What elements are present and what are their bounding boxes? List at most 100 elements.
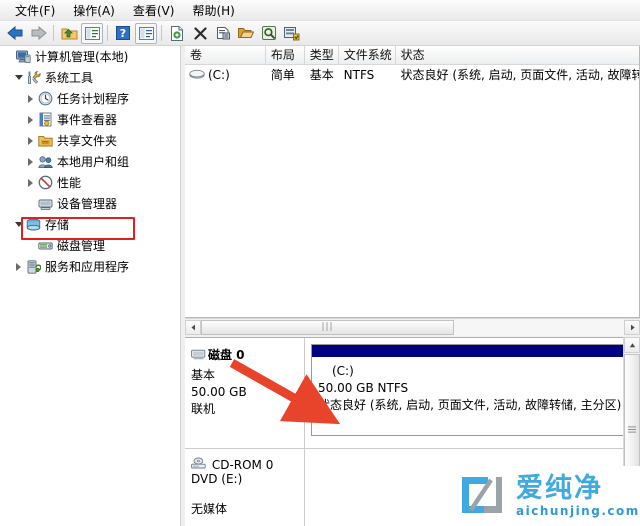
volume-icon	[189, 68, 205, 82]
disk-title-1: CD-ROM 0	[191, 457, 304, 472]
toolbar-separator	[161, 25, 162, 41]
disk-type-0: 基本	[191, 368, 216, 382]
tree-twisty-closed[interactable]	[24, 155, 37, 168]
computer-icon	[15, 49, 31, 65]
show-tree-icon[interactable]	[81, 22, 103, 44]
disk-name-0: 磁盘 0	[208, 348, 245, 362]
scrollbar-grip: |||	[321, 321, 334, 332]
sidebar-item-system-tools[interactable]: 系统工具	[0, 67, 180, 88]
performance-icon	[37, 175, 53, 191]
console-tree[interactable]: 计算机管理(本地) 系统工具 任务计划程序 事件查看器 共享文件夹 本地用户和组…	[0, 46, 181, 526]
toolbar: ?	[0, 21, 640, 46]
tools-icon	[25, 70, 41, 86]
menu-action[interactable]: 操作(A)	[64, 0, 124, 21]
sidebar-item-task-scheduler[interactable]: 任务计划程序	[0, 88, 180, 109]
vscroll-up-arrow[interactable]	[624, 337, 640, 353]
delete-x-icon[interactable]	[189, 23, 211, 44]
volume-list[interactable]: 卷 布局 类型 文件系统 状态 (C:) 简单 基本 NTFS 状态良好 (系统…	[185, 46, 640, 318]
cell-volume: (C:)	[185, 66, 266, 84]
sidebar-item-performance[interactable]: 性能	[0, 172, 180, 193]
disk-graph-0: (C:) 50.00 GB NTFS 状态良好 (系统, 启动, 页面文件, 活…	[305, 338, 640, 448]
table-row[interactable]: (C:) 简单 基本 NTFS 状态良好 (系统, 启动, 页面文件, 活动, …	[185, 65, 639, 85]
sidebar-item-root[interactable]: 计算机管理(本地)	[0, 46, 180, 67]
menu-help[interactable]: 帮助(H)	[183, 0, 243, 21]
partition-status: 状态良好 (系统, 启动, 页面文件, 活动, 故障转储, 主分区)	[318, 398, 622, 412]
menu-view[interactable]: 查看(V)	[124, 0, 184, 21]
tree-twisty-open[interactable]	[12, 218, 25, 231]
disk-info-1[interactable]: CD-ROM 0 DVD (E:) 无媒体	[185, 449, 305, 526]
hscroll-right-arrow[interactable]	[624, 319, 640, 335]
partition-color-band	[312, 345, 633, 358]
rescan-disks-icon[interactable]	[281, 23, 303, 44]
partition-details: (C:) 50.00 GB NTFS 状态良好 (系统, 启动, 页面文件, 活…	[312, 358, 633, 414]
cell-type: 基本	[309, 68, 334, 82]
partition-label: (C:)	[332, 364, 354, 378]
disk-type-1: DVD (E:)	[191, 472, 243, 486]
partition-c[interactable]: (C:) 50.00 GB NTFS 状态良好 (系统, 启动, 页面文件, 活…	[311, 344, 634, 436]
column-volume[interactable]: 卷	[185, 46, 266, 64]
tree-twisty-none	[24, 239, 37, 252]
hscroll-track[interactable]	[454, 318, 624, 336]
forward-arrow-icon[interactable]	[27, 23, 49, 44]
search-icon[interactable]	[258, 23, 280, 44]
toolbar-separator	[53, 25, 54, 41]
hscroll-left-arrow[interactable]	[185, 319, 201, 335]
disk-title-0: 磁盘 0	[191, 346, 304, 363]
disk-spacer-1	[191, 486, 304, 500]
sidebar-item-services-apps[interactable]: 服务和应用程序	[0, 256, 180, 277]
svg-text:?: ?	[120, 27, 126, 40]
sidebar-item-disk-management[interactable]: 磁盘管理	[0, 235, 180, 256]
tree-label: 存储	[45, 217, 70, 232]
open-folder-icon[interactable]	[235, 23, 257, 44]
column-filesystem[interactable]: 文件系统	[339, 46, 396, 64]
tree-twisty-closed[interactable]	[24, 92, 37, 105]
cell-layout: 简单	[270, 68, 295, 82]
tree-twisty-closed[interactable]	[24, 176, 37, 189]
tree-twisty-closed[interactable]	[12, 260, 25, 273]
watermark: 爱纯净 aichunjing.com	[452, 466, 640, 526]
menu-file[interactable]: 文件(F)	[6, 0, 64, 21]
sidebar-item-shared-folders[interactable]: 共享文件夹	[0, 130, 180, 151]
tree-twisty-closed[interactable]	[24, 134, 37, 147]
properties-icon[interactable]	[212, 23, 234, 44]
cdrom-icon	[191, 457, 208, 469]
disk-row-0[interactable]: 磁盘 0 基本 50.00 GB 联机 (C:) 50.00 GB NTFS 状…	[185, 338, 640, 448]
disk-state-1: 无媒体	[191, 502, 228, 516]
volume-list-hscrollbar[interactable]: |||	[185, 318, 640, 336]
tree-twisty[interactable]	[2, 50, 15, 63]
sidebar-item-event-viewer[interactable]: 事件查看器	[0, 109, 180, 130]
clock-icon	[37, 91, 53, 107]
services-icon	[25, 259, 41, 275]
properties-list-icon[interactable]	[135, 22, 157, 44]
watermark-text: 爱纯净 aichunjing.com	[516, 473, 640, 519]
column-type[interactable]: 类型	[305, 46, 339, 64]
tree-label: 共享文件夹	[57, 133, 118, 148]
back-arrow-icon[interactable]	[4, 23, 26, 44]
tree-label: 服务和应用程序	[45, 259, 130, 274]
watermark-logo-icon	[458, 473, 508, 519]
disk-management-icon	[37, 238, 53, 254]
tree-label: 计算机管理(本地)	[35, 49, 129, 64]
cell-volume-label: (C:)	[208, 68, 230, 82]
column-layout[interactable]: 布局	[266, 46, 305, 64]
up-folder-icon[interactable]	[58, 23, 80, 44]
sidebar-item-device-manager[interactable]: 设备管理器	[0, 193, 180, 214]
menu-bar: 文件(F) 操作(A) 查看(V) 帮助(H)	[0, 0, 640, 21]
tree-twisty-open[interactable]	[12, 71, 25, 84]
help-icon[interactable]: ?	[112, 23, 134, 44]
tree-twisty-closed[interactable]	[24, 113, 37, 126]
volume-list-header: 卷 布局 类型 文件系统 状态	[185, 46, 639, 65]
toolbar-separator	[107, 25, 108, 41]
sidebar-item-local-users[interactable]: 本地用户和组	[0, 151, 180, 172]
event-log-icon	[37, 112, 53, 128]
disk-info-0[interactable]: 磁盘 0 基本 50.00 GB 联机	[185, 338, 305, 448]
column-status[interactable]: 状态	[396, 46, 639, 64]
disk-capacity-0: 50.00 GB	[191, 385, 247, 399]
sidebar-item-storage[interactable]: 存储	[0, 214, 180, 235]
hscroll-thumb[interactable]: |||	[201, 319, 454, 335]
device-manager-icon	[37, 196, 53, 212]
watermark-cn: 爱纯净	[516, 473, 603, 504]
tree-label: 任务计划程序	[57, 91, 130, 106]
partition-size-fs: 50.00 GB NTFS	[318, 381, 409, 395]
refresh-page-icon[interactable]	[166, 23, 188, 44]
